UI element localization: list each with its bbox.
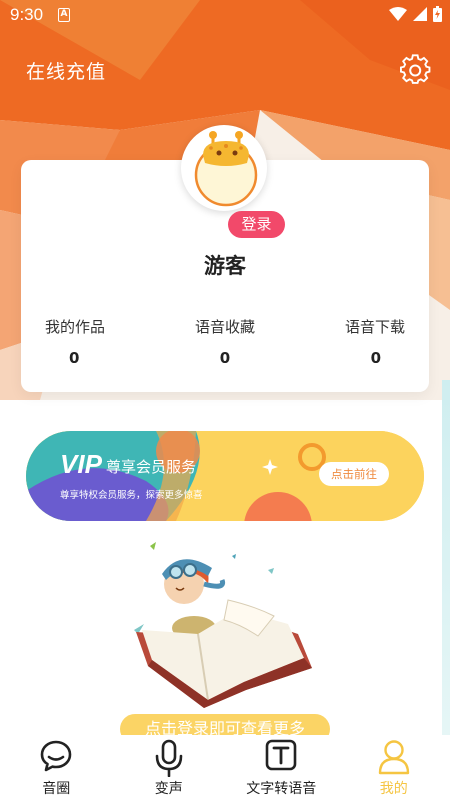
- text-icon: [265, 739, 297, 771]
- stat-my-works[interactable]: 我的作品 0: [21, 316, 165, 367]
- tab-label: 文字转语音: [246, 781, 317, 797]
- stat-label: 语音收藏: [194, 318, 255, 336]
- stat-value: 0: [69, 349, 80, 367]
- keyboard-indicator-icon: A: [58, 8, 70, 22]
- tab-label: 音圈: [42, 781, 71, 797]
- tab-mine[interactable]: 我的: [338, 735, 450, 801]
- vip-title: 尊享会员服务: [106, 458, 197, 476]
- person-icon: [378, 740, 409, 775]
- status-time: 9:30: [10, 5, 44, 24]
- side-decoration: [442, 380, 450, 740]
- stat-voice-favorites[interactable]: 语音收藏 0: [165, 316, 285, 367]
- vip-logo-text: VIP: [60, 449, 103, 479]
- tab-label: 变声: [154, 781, 183, 797]
- status-bar: 9:30 A: [0, 0, 450, 30]
- tab-label: 我的: [379, 781, 408, 797]
- vip-go-button[interactable]: 点击前往: [319, 462, 389, 486]
- tab-voice-change[interactable]: 变声: [113, 735, 226, 801]
- giraffe-avatar-icon: [185, 129, 263, 207]
- tab-yinquan[interactable]: 音圈: [0, 735, 113, 801]
- chat-bubble-icon: [40, 740, 72, 772]
- signal-icon: [413, 7, 427, 21]
- profile-stats: 我的作品 0 语音收藏 0 语音下载 0: [21, 316, 429, 367]
- avatar[interactable]: [181, 125, 267, 211]
- status-icons: [389, 6, 442, 22]
- stat-label: 我的作品: [45, 318, 106, 336]
- wifi-icon: [389, 7, 407, 21]
- login-button[interactable]: 登录: [228, 211, 285, 238]
- stat-value: 0: [370, 349, 381, 367]
- reading-boy-illustration: [134, 542, 312, 708]
- stat-label: 语音下载: [344, 318, 405, 336]
- battery-icon: [433, 6, 442, 22]
- gear-icon[interactable]: [400, 54, 432, 86]
- microphone-icon: [155, 739, 183, 777]
- stat-value: 0: [219, 349, 231, 367]
- vip-subtitle: 尊享特权会员服务，探索更多惊喜: [60, 490, 203, 501]
- stat-voice-downloads[interactable]: 语音下载 0: [285, 316, 429, 367]
- tab-text-to-speech[interactable]: 文字转语音: [225, 735, 338, 801]
- username: 游客: [204, 254, 246, 278]
- page-title[interactable]: 在线充值: [26, 57, 106, 84]
- bottom-tab-bar: 音圈 变声 文字转语音 我的: [0, 735, 450, 801]
